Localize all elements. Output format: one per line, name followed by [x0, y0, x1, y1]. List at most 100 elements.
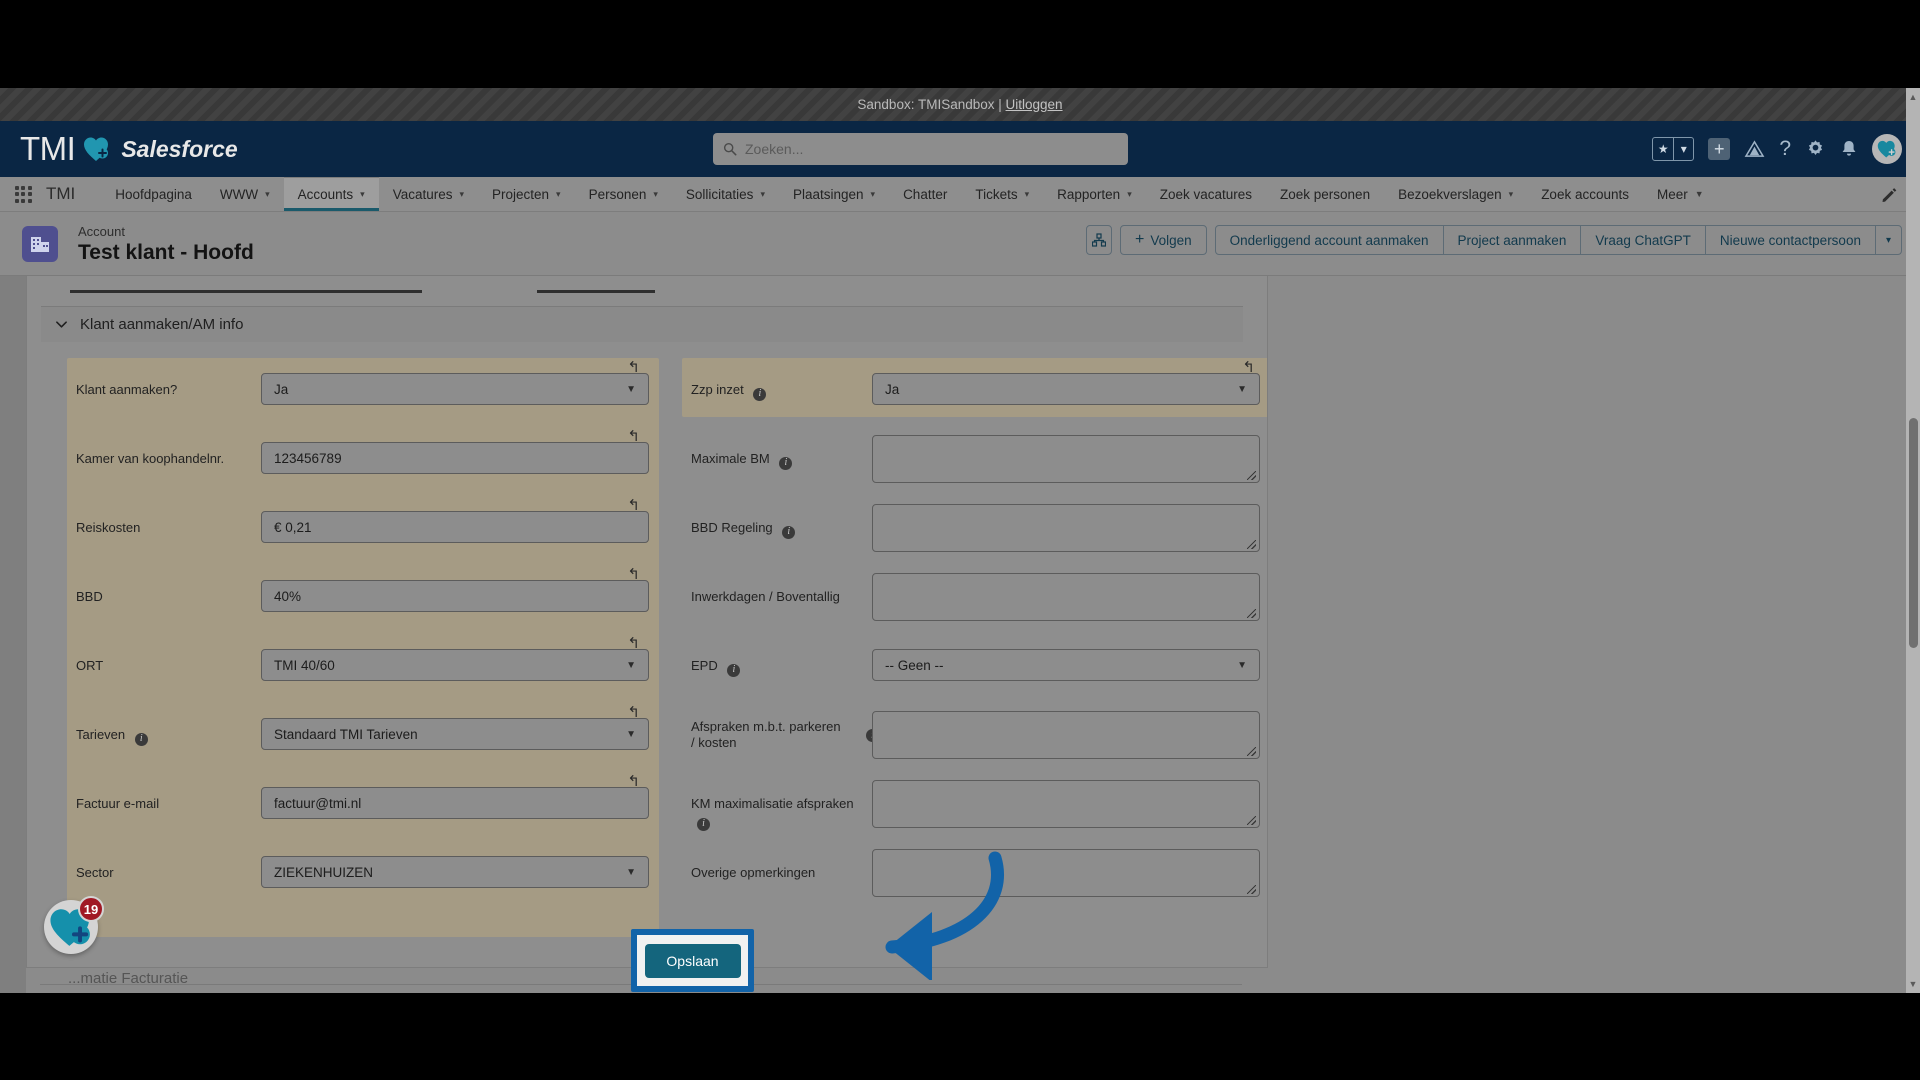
nav-item-www[interactable]: WWW ▾ [206, 177, 284, 211]
brand-logo[interactable]: TMI Salesforce [20, 130, 238, 168]
help-icon[interactable]: ? [1779, 137, 1791, 161]
factuur-email-input[interactable]: factuur@tmi.nl [261, 787, 649, 819]
field-control[interactable]: factuur@tmi.nl [261, 787, 649, 819]
nav-item-accounts[interactable]: Accounts ▾ [283, 177, 379, 211]
sandbox-banner: Sandbox: TMISandbox | Uitloggen [0, 88, 1920, 121]
info-icon[interactable]: i [753, 387, 767, 401]
field-label: BBD Regeling i [691, 520, 871, 539]
nav-item-sollicitaties[interactable]: Sollicitaties ▾ [672, 177, 779, 211]
bbd-regeling-textarea[interactable] [872, 504, 1260, 552]
field-control[interactable]: 123456789 [261, 442, 649, 474]
favorites-dropdown-icon[interactable]: ▾ [1673, 138, 1693, 160]
record-action-button-group: Onderliggend account aanmaken Project aa… [1214, 225, 1902, 255]
field-row-klant-aanmaken: ↰ Klant aanmaken? Ja ▼ [67, 358, 659, 427]
new-contact-button[interactable]: Nieuwe contactpersoon [1704, 226, 1875, 254]
field-row-zzp-inzet: ↰ Zzp inzet i Ja ▼ [682, 358, 1267, 427]
km-maximalisatie-textarea[interactable] [872, 780, 1260, 828]
save-button[interactable]: Opslaan [644, 943, 741, 978]
field-row-overige-opmerkingen: Overige opmerkingen [682, 841, 1267, 910]
ask-chatgpt-button[interactable]: Vraag ChatGPT [1580, 226, 1705, 254]
field-control[interactable]: Ja ▼ [261, 373, 649, 405]
bbd-input[interactable]: 40% [261, 580, 649, 612]
account-hierarchy-icon[interactable] [1085, 225, 1112, 255]
reiskosten-input[interactable]: € 0,21 [261, 511, 649, 543]
help-heart-widget[interactable]: 19 [44, 896, 104, 958]
nav-item-zoek-accounts[interactable]: Zoek accounts [1527, 177, 1643, 211]
field-control[interactable] [872, 849, 1260, 897]
field-control[interactable]: Standaard TMI Tarieven ▼ [261, 718, 649, 750]
field-row-kamer-van-koophandelnr: ↰ Kamer van koophandelnr. 123456789 [67, 427, 659, 496]
nav-item-label: Zoek vacatures [1159, 186, 1253, 202]
scroll-down-arrow[interactable]: ▼ [1908, 979, 1918, 989]
info-icon[interactable]: i [727, 663, 741, 677]
field-row-epd: EPD i -- Geen -- ▼ [682, 634, 1267, 703]
field-control[interactable]: Ja ▼ [872, 373, 1260, 405]
global-search-box[interactable]: Zoeken... [713, 133, 1128, 165]
field-control[interactable]: TMI 40/60 ▼ [261, 649, 649, 681]
field-row-maximale-bm: Maximale BM i [682, 427, 1267, 496]
setup-gear-icon[interactable] [1805, 139, 1826, 160]
nav-item-hoofdpagina[interactable]: Hoofdpagina [101, 177, 206, 211]
nav-item-meer[interactable]: Meer ▼ [1643, 177, 1718, 211]
afspraken-parkeren-textarea[interactable] [872, 711, 1260, 759]
inwerkdagen-boventallig-textarea[interactable] [872, 573, 1260, 621]
nav-item-plaatsingen[interactable]: Plaatsingen ▾ [779, 177, 889, 211]
page-scrollbar[interactable]: ▲ ▼ [1906, 88, 1920, 993]
nav-item-personen[interactable]: Personen ▾ [575, 177, 672, 211]
logout-link[interactable]: Uitloggen [1006, 97, 1063, 112]
sandbox-banner-text: Sandbox: TMISandbox | [857, 97, 1002, 112]
field-control[interactable] [872, 504, 1260, 552]
more-actions-dropdown-icon[interactable]: ▾ [1874, 226, 1901, 254]
nav-item-tickets[interactable]: Tickets ▾ [961, 177, 1043, 211]
field-control[interactable] [872, 573, 1260, 621]
nav-item-bezoekverslagen[interactable]: Bezoekverslagen ▾ [1384, 177, 1527, 211]
field-label: Inwerkdagen / Boventallig [691, 589, 840, 604]
klant-aanmaken-select[interactable]: Ja ▼ [261, 373, 649, 405]
zzp-inzet-select[interactable]: Ja ▼ [872, 373, 1260, 405]
info-icon[interactable]: i [697, 817, 710, 831]
scroll-up-arrow[interactable]: ▲ [1908, 92, 1918, 102]
create-child-account-button[interactable]: Onderliggend account aanmaken [1216, 226, 1443, 254]
cloud-icon[interactable] [1744, 139, 1765, 159]
sector-select[interactable]: ZIEKENHUIZEN ▼ [261, 856, 649, 888]
info-icon[interactable]: i [134, 732, 148, 746]
epd-select[interactable]: -- Geen -- ▼ [872, 649, 1260, 681]
search-icon [723, 142, 737, 156]
scrollbar-thumb[interactable] [1909, 418, 1918, 648]
info-icon[interactable]: i [779, 456, 793, 470]
notification-badge: 19 [78, 896, 104, 922]
field-control[interactable] [872, 435, 1260, 483]
field-control[interactable]: 40% [261, 580, 649, 612]
maximale-bm-textarea[interactable] [872, 435, 1260, 483]
field-control[interactable]: -- Geen -- ▼ [872, 649, 1260, 681]
ort-select[interactable]: TMI 40/60 ▼ [261, 649, 649, 681]
field-label: Klant aanmaken? [76, 382, 178, 397]
field-control[interactable] [872, 780, 1260, 828]
nav-item-zoek-vacatures[interactable]: Zoek vacatures [1146, 177, 1266, 211]
nav-item-vacatures[interactable]: Vacatures ▾ [379, 177, 478, 211]
add-icon[interactable]: + [1708, 138, 1731, 160]
nav-item-projecten[interactable]: Projecten ▾ [478, 177, 575, 211]
user-avatar[interactable] [1872, 134, 1902, 164]
create-project-button[interactable]: Project aanmaken [1442, 226, 1581, 254]
app-launcher-waffle-icon[interactable] [0, 177, 46, 211]
overige-opmerkingen-textarea[interactable] [872, 849, 1260, 897]
nav-item-chatter[interactable]: Chatter [889, 177, 961, 211]
field-control[interactable]: € 0,21 [261, 511, 649, 543]
info-icon[interactable]: i [782, 525, 796, 539]
field-label: ORT [76, 658, 104, 673]
favorites-star-icon[interactable]: ★ [1653, 138, 1673, 160]
left-gutter [0, 276, 26, 993]
nav-item-zoek-personen[interactable]: Zoek personen [1266, 177, 1384, 211]
current-app-name[interactable]: TMI [46, 177, 101, 211]
field-control[interactable] [872, 711, 1260, 759]
field-label: KM maximalisatie afspraken i [691, 796, 871, 831]
follow-button[interactable]: + Volgen [1119, 225, 1207, 255]
field-control[interactable]: ZIEKENHUIZEN ▼ [261, 856, 649, 888]
notifications-bell-icon[interactable] [1840, 139, 1858, 159]
nav-item-rapporten[interactable]: Rapporten ▾ [1043, 177, 1146, 211]
section-header-klant-aanmaken[interactable]: Klant aanmaken/AM info [41, 306, 1243, 342]
favorites-group[interactable]: ★ ▾ [1652, 137, 1695, 161]
kamer-van-koophandelnr-input[interactable]: 123456789 [261, 442, 649, 474]
tarieven-select[interactable]: Standaard TMI Tarieven ▼ [261, 718, 649, 750]
